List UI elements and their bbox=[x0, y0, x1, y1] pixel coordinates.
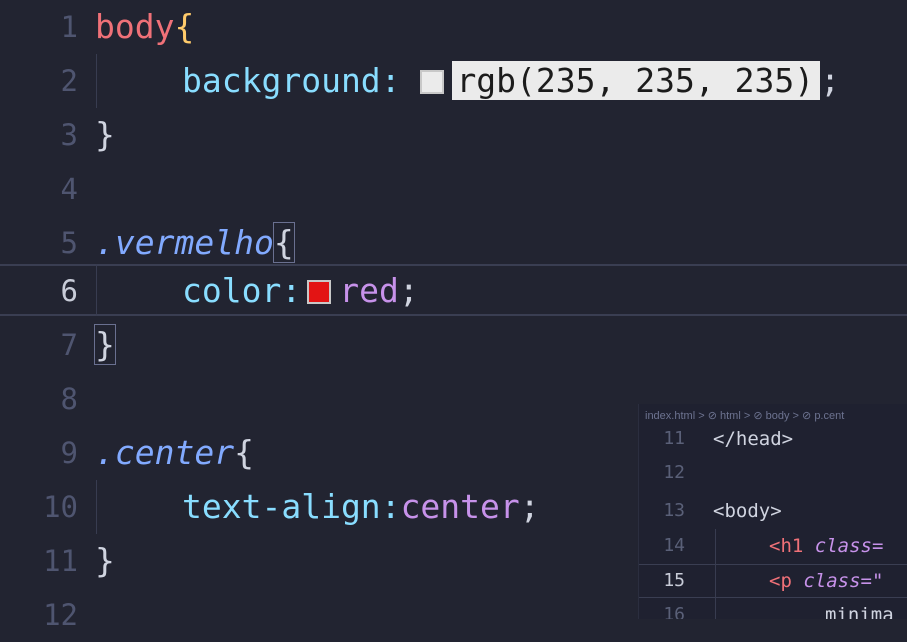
colon: : bbox=[281, 271, 302, 310]
code-line-6[interactable]: color: red; bbox=[182, 264, 907, 318]
line-number: 1 bbox=[60, 10, 78, 44]
line-number-active: 6 bbox=[60, 274, 78, 308]
code-line-5[interactable]: .vermelho{ bbox=[95, 216, 907, 270]
breadcrumb-separator: > bbox=[792, 410, 799, 422]
open-brace: { bbox=[234, 433, 254, 472]
color-swatch-red[interactable] bbox=[307, 280, 332, 304]
html-text-line[interactable]: minima bbox=[825, 598, 894, 619]
line-number: 12 bbox=[663, 462, 685, 483]
html-attr-class: class= bbox=[814, 535, 884, 557]
colon: : bbox=[380, 61, 401, 100]
code-line-2[interactable]: background: rgb(235, 235, 235); bbox=[182, 54, 907, 108]
line-number: 9 bbox=[60, 436, 78, 470]
close-brace: } bbox=[95, 541, 115, 580]
css-selector-body: body bbox=[95, 7, 175, 46]
colon: : bbox=[380, 487, 401, 526]
line-number: 11 bbox=[43, 544, 78, 578]
line-number: 16 bbox=[663, 604, 685, 619]
line-number-active: 15 bbox=[663, 570, 685, 591]
css-property-color: color bbox=[182, 271, 282, 310]
line-number: 5 bbox=[60, 226, 78, 260]
css-selector-center: .center bbox=[95, 433, 235, 472]
html-close-head[interactable]: </head> bbox=[713, 422, 793, 456]
semicolon: ; bbox=[820, 61, 840, 100]
css-value-center: center bbox=[400, 487, 520, 526]
code-line-7[interactable]: } bbox=[94, 318, 907, 372]
breadcrumb-html[interactable]: html bbox=[720, 410, 741, 422]
code-line-1[interactable]: body{ bbox=[95, 0, 907, 54]
breadcrumb-file[interactable]: index.html bbox=[645, 410, 695, 422]
css-selector-vermelho: .vermelho bbox=[95, 223, 274, 262]
breadcrumb-separator: > bbox=[698, 410, 705, 422]
line-number: 8 bbox=[60, 382, 78, 416]
css-property-text-align: text-align bbox=[182, 487, 381, 526]
line-number: 7 bbox=[60, 328, 78, 362]
html-open-body[interactable]: <body> bbox=[713, 494, 782, 528]
close-brace-matched: } bbox=[94, 324, 116, 365]
line-number: 14 bbox=[663, 535, 685, 556]
element-icon: ⊘ bbox=[753, 410, 763, 422]
line-number: 11 bbox=[663, 428, 685, 449]
line-number: 2 bbox=[60, 64, 78, 98]
element-icon: ⊘ bbox=[707, 410, 717, 422]
html-tag-p: <p bbox=[769, 570, 792, 592]
breadcrumb-p-center[interactable]: p.cent bbox=[814, 410, 844, 422]
line-number: 12 bbox=[43, 598, 78, 632]
line-number: 13 bbox=[663, 500, 685, 521]
open-brace-matched: { bbox=[272, 222, 295, 263]
line-number: 3 bbox=[60, 118, 78, 152]
indent-guide bbox=[96, 54, 97, 108]
html-tag-h1: <h1 bbox=[769, 535, 804, 557]
semicolon: ; bbox=[398, 271, 419, 310]
close-brace: } bbox=[95, 115, 115, 154]
html-p-line[interactable]: <p class=" bbox=[769, 564, 883, 598]
css-value-red: red bbox=[339, 271, 399, 310]
indent-guide bbox=[96, 480, 97, 534]
html-h1-line[interactable]: <h1 class= bbox=[769, 529, 883, 563]
open-brace: { bbox=[174, 7, 195, 46]
line-number: 10 bbox=[43, 490, 78, 524]
indent-guide bbox=[715, 529, 716, 619]
color-swatch-background[interactable] bbox=[420, 70, 445, 94]
breadcrumb-separator: > bbox=[743, 410, 751, 422]
breadcrumb-body[interactable]: body bbox=[766, 410, 790, 422]
code-line-3[interactable]: } bbox=[95, 108, 907, 162]
html-attr-class: class=" bbox=[803, 570, 884, 592]
element-icon: ⊘ bbox=[802, 410, 812, 422]
html-preview-pane[interactable]: index.html > ⊘ html > ⊘ body > ⊘ p.cent … bbox=[638, 404, 907, 619]
indent-guide bbox=[96, 264, 97, 316]
line-number: 4 bbox=[60, 172, 78, 206]
semicolon: ; bbox=[519, 487, 540, 526]
css-value-rgb-selected: rgb(235, 235, 235) bbox=[452, 61, 821, 100]
css-property-background: background bbox=[182, 61, 381, 100]
